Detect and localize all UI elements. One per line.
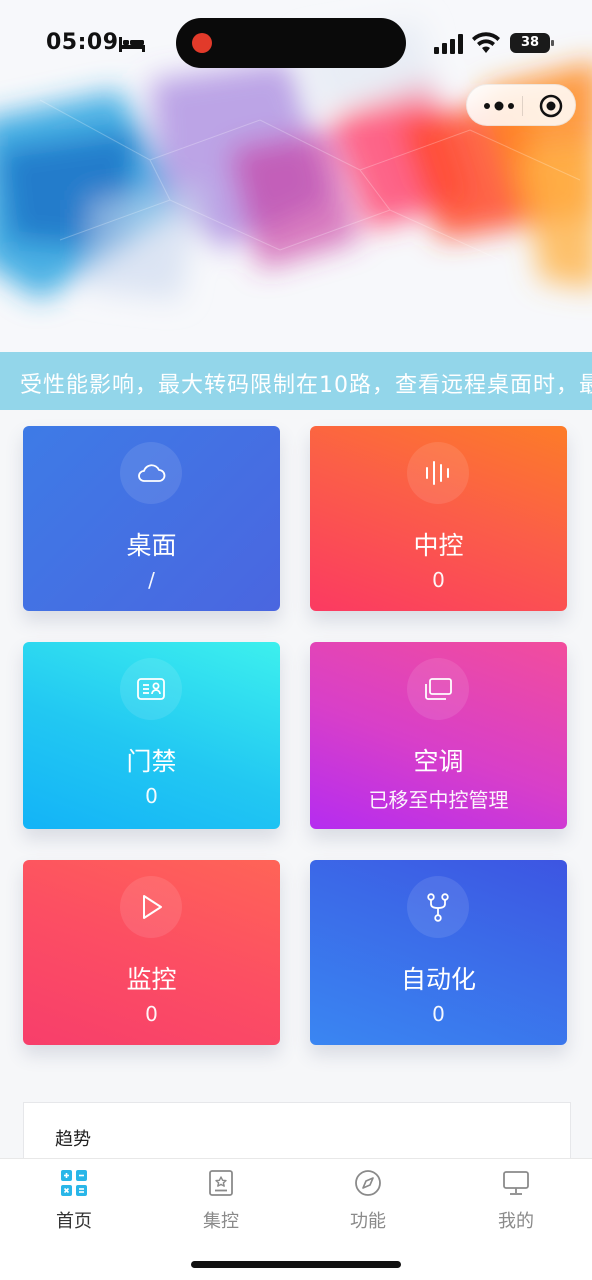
tab-label: 集控	[203, 1211, 239, 1232]
card-central-control[interactable]: 中控 0	[310, 426, 567, 611]
card-title: 桌面	[126, 531, 177, 560]
control-panel-icon	[209, 1170, 233, 1196]
id-card-icon	[137, 678, 165, 700]
card-automation[interactable]: 自动化 0	[310, 860, 567, 1045]
notice-text: 受性能影响，最大转码限制在10路，查看远程桌面时，最	[20, 373, 592, 398]
tab-central-control[interactable]: 集控	[161, 1167, 281, 1237]
card-title: 监控	[126, 965, 177, 994]
cloud-icon	[138, 464, 166, 482]
waveform-icon	[426, 461, 449, 485]
card-title: 中控	[413, 531, 464, 560]
close-miniprogram-icon[interactable]	[539, 94, 563, 118]
wifi-icon	[472, 32, 500, 53]
card-value: 0	[145, 784, 158, 808]
notice-marquee: 受性能影响，最大转码限制在10路，查看远程桌面时，最	[0, 352, 592, 410]
tab-home[interactable]: 首页	[14, 1167, 134, 1237]
sleep-bed-icon	[119, 37, 145, 52]
fork-icon	[427, 893, 449, 922]
card-value: 0	[432, 1002, 445, 1026]
more-options-icon[interactable]	[481, 97, 517, 115]
card-icon-wrap	[407, 876, 469, 938]
card-title: 门禁	[126, 747, 177, 776]
card-icon-wrap	[120, 658, 182, 720]
home-indicator	[191, 1261, 401, 1268]
card-title: 自动化	[400, 965, 476, 994]
battery-indicator: 38	[510, 33, 554, 53]
compass-icon	[355, 1170, 381, 1196]
grid-icon	[61, 1170, 87, 1196]
card-icon-wrap	[120, 442, 182, 504]
card-icon-wrap	[407, 658, 469, 720]
card-icon-wrap	[120, 876, 182, 938]
computer-icon	[503, 1171, 529, 1195]
recording-indicator	[192, 33, 212, 53]
dynamic-island	[176, 18, 406, 68]
card-title: 空调	[413, 747, 464, 776]
card-value: 已移至中控管理	[368, 788, 509, 812]
tab-label: 功能	[350, 1211, 386, 1232]
card-icon-wrap	[407, 442, 469, 504]
tab-profile[interactable]: 我的	[456, 1167, 576, 1237]
card-monitoring[interactable]: 监控 0	[23, 860, 280, 1045]
card-value: 0	[432, 568, 445, 592]
trend-heading: 趋势	[55, 1129, 91, 1150]
card-value: /	[148, 568, 155, 592]
monitor-stack-icon	[425, 678, 452, 700]
card-access-control[interactable]: 门禁 0	[23, 642, 280, 829]
card-value: 0	[145, 1002, 158, 1026]
cellular-signal-icon	[434, 34, 463, 54]
capsule-divider	[522, 96, 523, 116]
tab-label: 我的	[498, 1211, 534, 1232]
card-air-conditioning[interactable]: 空调 已移至中控管理	[310, 642, 567, 829]
miniprogram-capsule	[466, 84, 576, 126]
tab-features[interactable]: 功能	[308, 1167, 428, 1237]
card-desktop[interactable]: 桌面 /	[23, 426, 280, 611]
tab-label: 首页	[56, 1211, 92, 1232]
status-bar: 05:09 38	[0, 0, 592, 88]
status-time: 05:09	[46, 30, 119, 55]
play-icon	[143, 895, 162, 919]
